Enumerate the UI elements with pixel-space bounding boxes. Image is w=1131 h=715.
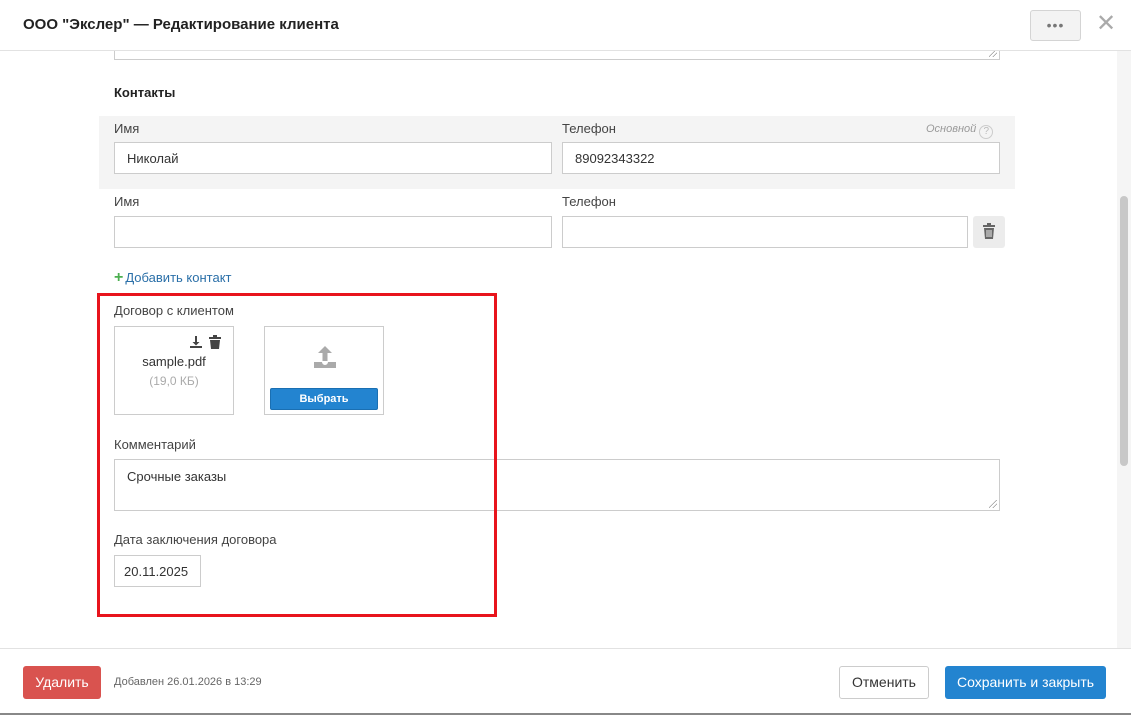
- delete-button[interactable]: Удалить: [23, 666, 101, 699]
- delete-contact-button[interactable]: [973, 216, 1005, 248]
- primary-label: Основной: [926, 123, 977, 135]
- cancel-button[interactable]: Отменить: [839, 666, 929, 699]
- previous-textarea[interactable]: [114, 51, 1000, 60]
- comment-textarea[interactable]: Срочные заказы: [114, 459, 1000, 511]
- file-name[interactable]: sample.pdf: [115, 354, 233, 369]
- primary-contact-tag: Основной?: [926, 123, 994, 139]
- scrollbar[interactable]: [1117, 51, 1131, 648]
- plus-icon: +: [114, 269, 124, 286]
- contact-name-input[interactable]: Николай: [114, 142, 552, 174]
- contract-date-label: Дата заключения договора: [114, 532, 277, 547]
- close-icon[interactable]: ✕: [1096, 12, 1116, 36]
- trash-icon[interactable]: [209, 335, 221, 349]
- add-contact-link[interactable]: + Добавить контакт: [114, 269, 231, 287]
- trash-icon: [983, 223, 995, 239]
- help-icon[interactable]: ?: [979, 125, 994, 139]
- add-contact-label: Добавить контакт: [125, 270, 232, 285]
- contact-phone-label: Телефон: [562, 121, 616, 136]
- upload-icon: [314, 346, 336, 368]
- attached-file-card: sample.pdf (19,0 КБ): [114, 326, 234, 415]
- resize-grip-icon[interactable]: [989, 500, 997, 508]
- save-and-close-button[interactable]: Сохранить и закрыть: [945, 666, 1106, 699]
- contract-date-input[interactable]: 20.11.2025: [114, 555, 201, 587]
- more-options-button[interactable]: •••: [1030, 10, 1081, 41]
- file-size: (19,0 КБ): [149, 374, 199, 388]
- modal-footer: Удалить Добавлен 26.01.2026 в 13:29 Отме…: [0, 648, 1131, 715]
- scrollbar-thumb[interactable]: [1120, 196, 1128, 466]
- modal-title: ООО "Экслер" — Редактирование клиента: [23, 16, 339, 33]
- comment-value: Срочные заказы: [127, 469, 227, 484]
- contacts-section-title: Контакты: [114, 85, 176, 100]
- contact-name-label: Имя: [114, 194, 140, 209]
- contact-name-label: Имя: [114, 121, 140, 136]
- download-icon[interactable]: [189, 335, 203, 349]
- modal-body: Контакты Имя Телефон Основной? Николай 8…: [0, 51, 1117, 648]
- contact-name-input[interactable]: [114, 216, 552, 248]
- choose-file-button[interactable]: Выбрать: [270, 388, 378, 410]
- contact-phone-label: Телефон: [562, 194, 616, 209]
- resize-grip-icon[interactable]: [989, 51, 997, 57]
- contact-phone-input[interactable]: [562, 216, 968, 248]
- added-info: Добавлен 26.01.2026 в 13:29: [114, 676, 262, 688]
- contract-label: Договор с клиентом: [114, 303, 234, 318]
- upload-card[interactable]: Выбрать: [264, 326, 384, 415]
- contact-phone-input[interactable]: 89092343322: [562, 142, 1000, 174]
- file-actions: [189, 335, 221, 349]
- modal-header: ООО "Экслер" — Редактирование клиента ••…: [0, 0, 1131, 51]
- comment-label: Комментарий: [114, 437, 196, 452]
